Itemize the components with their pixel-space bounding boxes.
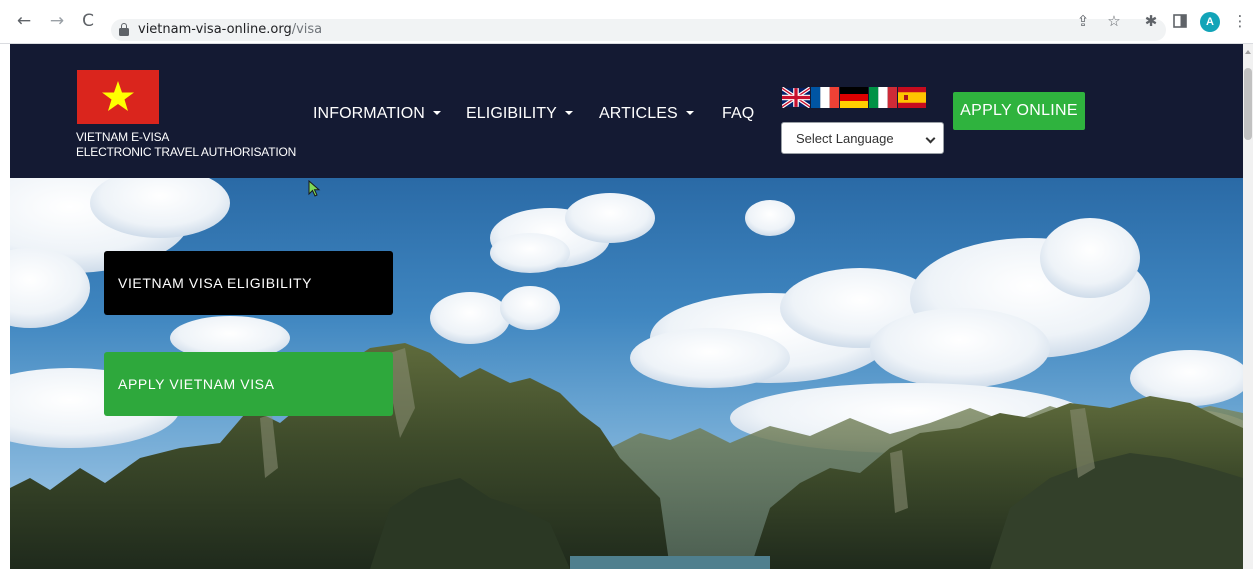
bookmark-star-icon[interactable]: ☆ [1104, 11, 1124, 31]
page-viewport: VIETNAM E-VISA ELECTRONIC TRAVEL AUTHORI… [10, 44, 1243, 569]
brand-line-1: VIETNAM E-VISA [76, 130, 170, 144]
url-text: vietnam-visa-online.org/visa [138, 22, 322, 37]
url-path: /visa [291, 22, 323, 37]
nav-faq[interactable]: FAQ [722, 105, 754, 123]
vietnam-flag-logo[interactable] [77, 70, 159, 124]
forward-arrow-icon[interactable]: → [47, 11, 67, 31]
apply-vietnam-visa-button[interactable]: APPLY VIETNAM VISA [104, 352, 393, 416]
address-bar[interactable]: vietnam-visa-online.org/visa [111, 19, 1166, 41]
nav-faq-label: FAQ [722, 105, 755, 122]
share-icon[interactable]: ⇪ [1073, 11, 1093, 31]
scrollbar-thumb[interactable] [1244, 68, 1252, 140]
lock-icon[interactable] [119, 23, 129, 36]
caret-down-icon [685, 111, 694, 115]
mouse-cursor-icon [308, 180, 321, 197]
url-domain: vietnam-visa-online.org [138, 22, 292, 37]
page-scrollbar[interactable] [1243, 44, 1253, 569]
back-arrow-icon[interactable]: ← [14, 11, 34, 31]
nav-information[interactable]: INFORMATION [313, 105, 441, 123]
caret-down-icon [564, 111, 573, 115]
uk-flag-icon[interactable] [782, 87, 810, 108]
nav-articles[interactable]: ARTICLES [599, 105, 694, 123]
extensions-puzzle-icon[interactable]: ✱ [1141, 11, 1161, 31]
brand-line-2: ELECTRONIC TRAVEL AUTHORISATION [76, 145, 297, 159]
france-flag-icon[interactable] [811, 87, 839, 108]
hero-banner: VIETNAM VISA ELIGIBILITY APPLY VIETNAM V… [10, 178, 1243, 569]
profile-avatar[interactable]: A [1200, 12, 1220, 32]
browser-toolbar: ← → C vietnam-visa-online.org/visa ⇪ ☆ ✱… [0, 0, 1253, 44]
site-header: VIETNAM E-VISA ELECTRONIC TRAVEL AUTHORI… [10, 44, 1243, 178]
menu-kebab-icon[interactable]: ⋮ [1230, 11, 1250, 31]
vietnam-visa-eligibility-button[interactable]: VIETNAM VISA ELIGIBILITY [104, 251, 393, 315]
language-select-value: Select Language [796, 131, 894, 146]
brand-title[interactable]: VIETNAM E-VISA ELECTRONIC TRAVEL AUTHORI… [76, 130, 296, 160]
caret-down-icon [432, 111, 441, 115]
nav-eligibility-label: ELIGIBILITY [466, 105, 557, 122]
apply-online-button[interactable]: APPLY ONLINE [953, 92, 1085, 130]
side-panel-icon[interactable] [1170, 11, 1190, 31]
italy-flag-icon[interactable] [869, 87, 897, 108]
nav-articles-label: ARTICLES [599, 105, 678, 122]
germany-flag-icon[interactable] [840, 87, 868, 108]
nav-information-label: INFORMATION [313, 105, 425, 122]
nav-eligibility[interactable]: ELIGIBILITY [466, 105, 573, 123]
scroll-up-arrow-icon[interactable] [1245, 50, 1251, 54]
chevron-down-icon [925, 133, 936, 144]
spain-flag-icon[interactable] [898, 87, 926, 108]
reload-icon[interactable]: C [78, 11, 98, 31]
language-select[interactable]: Select Language [781, 122, 944, 154]
